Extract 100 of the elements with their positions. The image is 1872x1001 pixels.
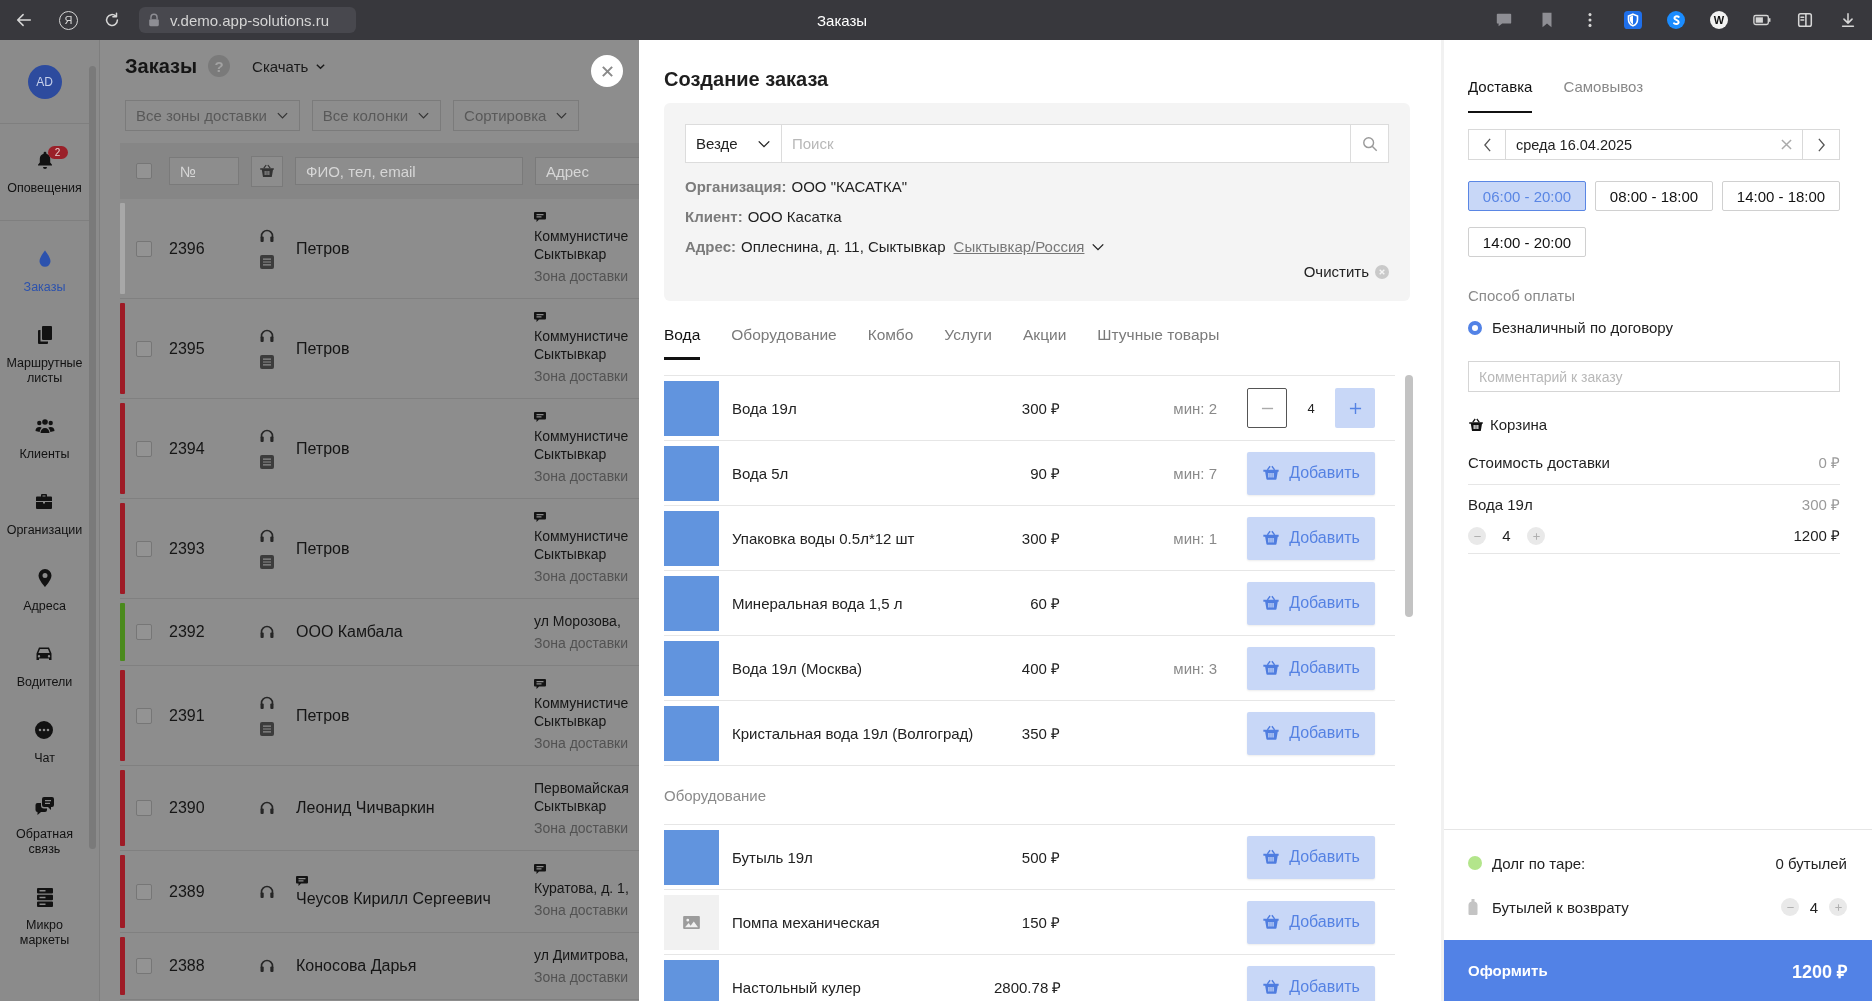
back-icon[interactable] (15, 11, 33, 29)
address-text: Коммунистиче (534, 527, 629, 545)
decrease-button[interactable] (1247, 388, 1287, 428)
user-avatar[interactable]: AD (27, 64, 62, 99)
detail-value: ООО Касатка (747, 207, 842, 227)
sidebar-item[interactable]: Обратная связь (4, 796, 85, 857)
order-row[interactable]: 2392 ООО Камбала ул Морозова, Зона доставки (120, 599, 639, 666)
scope-dropdown[interactable]: Везде (685, 124, 782, 163)
sidebar-item[interactable]: Организации (6, 492, 83, 538)
client-name: Коносова Дарья (296, 957, 417, 975)
detail-value: ООО "КАСАТКА" (791, 177, 907, 197)
sidebar-item[interactable]: Чат (34, 720, 55, 766)
minimum-quantity: мин: 3 (1172, 659, 1217, 677)
order-number: 2391 (169, 706, 206, 725)
order-number: 2395 (169, 339, 206, 358)
delivery-tab[interactable]: Самовывоз (1563, 76, 1644, 113)
row-checkbox[interactable] (136, 707, 152, 724)
delivery-tab[interactable]: Доставка (1468, 76, 1533, 113)
product-price: 500 ₽ (1020, 848, 1060, 867)
row-checkbox[interactable] (136, 240, 152, 257)
time-slot[interactable]: 08:00 - 18:00 (1595, 181, 1713, 211)
address-text: Коммунистиче (534, 427, 629, 445)
increase-button[interactable] (1829, 898, 1847, 916)
order-row[interactable]: 2389 Чеусов Кирилл Сергеевич Куратова, д. 1, Зона доставки (120, 851, 639, 933)
number-filter-field[interactable]: № (169, 157, 239, 185)
sidebar-item[interactable]: Водители (16, 644, 73, 690)
search-icon (1361, 135, 1378, 152)
download-button[interactable]: Скачать (252, 57, 327, 75)
comment-icon[interactable] (1495, 11, 1513, 29)
row-checkbox[interactable] (136, 883, 152, 900)
radio-button[interactable] (1468, 321, 1482, 335)
quantity-value: 4 (1808, 898, 1820, 916)
delivery-zone: Зона доставки (534, 467, 629, 485)
shield-icon[interactable] (1624, 11, 1642, 29)
sidebar-item[interactable]: Клиенты (19, 416, 70, 462)
order-row[interactable]: 2393 Петров Коммунистиче Сыктывкар Зона доставки (120, 499, 639, 599)
client-name: Леонид Чичваркин (296, 799, 435, 817)
address-text: Сыктывкар (534, 245, 607, 263)
time-slot[interactable]: 14:00 - 20:00 (1468, 227, 1586, 257)
product-name: Помпа механическая (732, 913, 881, 931)
product-price: 60 ₽ (1029, 594, 1060, 613)
increase-button[interactable] (1527, 527, 1545, 545)
name-filter-field[interactable]: ФИО, тел, email (295, 157, 523, 185)
search-field[interactable]: Поиск (782, 124, 1350, 163)
scrollbar-thumb[interactable] (1405, 375, 1413, 617)
basket-filter-button[interactable] (251, 155, 283, 187)
select-all-checkbox[interactable] (136, 163, 152, 179)
address-text: Сыктывкар (534, 712, 607, 730)
sidebar-item[interactable]: Микро маркеты (4, 887, 85, 948)
product-price: 2800.78 ₽ (994, 978, 1060, 997)
cart-title: Корзина (1490, 415, 1548, 435)
category-tab[interactable]: Комбо (867, 324, 914, 360)
payment-option[interactable]: Безналичный по договору (1468, 318, 1840, 338)
category-tab[interactable]: Оборудование (731, 324, 837, 360)
row-checkbox[interactable] (136, 340, 152, 357)
close-button[interactable] (591, 55, 623, 87)
submit-button[interactable]: Оформить 1200 ₽ (1444, 940, 1872, 1001)
category-tab[interactable]: Акции (1023, 324, 1067, 360)
order-number: 2392 (169, 623, 206, 641)
order-number: 2393 (169, 539, 206, 558)
order-row[interactable]: 2395 Петров Коммунистиче Сыктывкар Зона доставки (120, 299, 639, 399)
client-name: Петров (296, 339, 350, 358)
sidebar-item[interactable]: Адреса (23, 568, 66, 614)
order-row[interactable]: 2388 Коносова Дарья ул Димитрова, Зона доставки (120, 933, 639, 1000)
address-text: Коммунистиче (534, 227, 629, 245)
basket-icon (1262, 659, 1281, 677)
category-tab[interactable]: Штучные товары (1097, 324, 1220, 360)
row-checkbox[interactable] (136, 440, 152, 457)
extension-button[interactable]: W (1710, 11, 1728, 29)
image-icon (683, 915, 700, 929)
clear-icon (1375, 264, 1389, 279)
minimum-quantity: мин: 2 (1172, 399, 1217, 417)
minimum-quantity: мин: 1 (1172, 529, 1217, 547)
category-tab[interactable]: Вода (664, 324, 701, 360)
row-checkbox[interactable] (136, 958, 152, 974)
order-row[interactable]: 2390 Леонид Чичваркин Первомайская Сыктывкар Зона доставки (120, 766, 639, 851)
swirl-icon[interactable] (1667, 11, 1685, 29)
category-tab[interactable]: Услуги (944, 324, 993, 360)
address-link[interactable]: Сыктывкар/Россия (953, 236, 1085, 258)
row-checkbox[interactable] (136, 624, 152, 640)
clear-button[interactable]: Очистить (1303, 263, 1389, 280)
reload-icon[interactable] (103, 11, 121, 29)
address-text: ул Димитрова, (534, 946, 629, 964)
increase-button[interactable] (1335, 388, 1375, 428)
row-checkbox[interactable] (136, 800, 152, 816)
order-row[interactable]: 2396 Петров Коммунистиче Сыктывкар Зона доставки (120, 199, 639, 299)
download-icon[interactable] (1839, 11, 1857, 29)
product-name: Настольный кулер (732, 978, 862, 996)
order-row[interactable]: 2391 Петров Коммунистиче Сыктывкар Зона доставки (120, 666, 639, 766)
side-panel-icon[interactable] (1796, 11, 1814, 29)
product-name: Вода 19л (732, 399, 798, 417)
time-slot[interactable]: 14:00 - 18:00 (1722, 181, 1840, 211)
product-name: Бутыль 19л (732, 848, 814, 866)
comment-field[interactable]: Комментарий к заказу (1468, 361, 1840, 392)
order-row[interactable]: 2394 Петров Коммунистиче Сыктывкар Зона доставки (120, 399, 639, 499)
address-filter-field[interactable]: Адрес (535, 157, 639, 185)
address-bar[interactable]: v.demo.app-solutions.ru (139, 7, 356, 33)
row-checkbox[interactable] (136, 540, 152, 557)
sidebar-item[interactable]: Маршрутные листы (4, 325, 85, 386)
search-button[interactable] (1350, 124, 1389, 163)
